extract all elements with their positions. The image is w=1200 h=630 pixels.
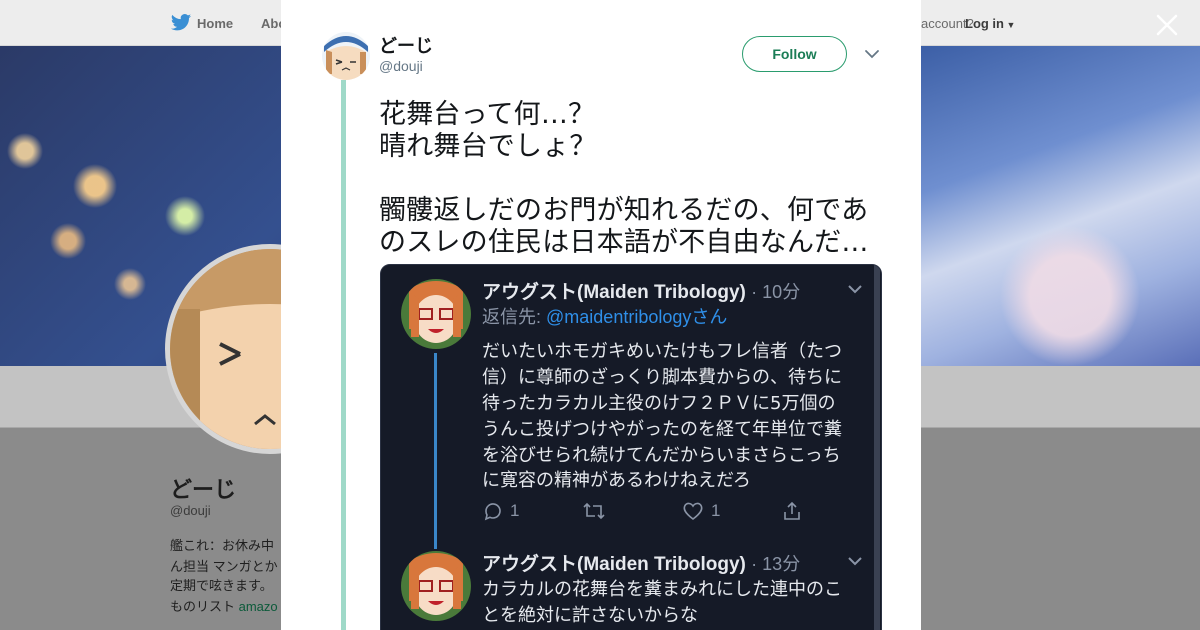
tweet-image[interactable]: アウグスト(Maiden Tribology) · 10分 返信先: @maid… xyxy=(380,264,882,630)
chevron-down-icon: ▼ xyxy=(1004,20,1016,30)
reply-prefix: 返信先: xyxy=(482,307,547,327)
embedded-author: アウグスト(Maiden Tribology) · 10分 xyxy=(482,277,800,304)
share-icon xyxy=(784,501,800,520)
embedded-text-line: だいたいホモガキめいたけもフレ信者（たつ xyxy=(482,341,842,362)
embedded-author: アウグスト(Maiden Tribology) · 13分 xyxy=(482,549,800,576)
author-name[interactable]: どーじ xyxy=(379,32,433,58)
embedded-avatar xyxy=(401,551,471,621)
reply-mention: @maidentribologyさん xyxy=(546,307,728,327)
tweet-text-line: のスレの住民は日本語が不自由なんだ… xyxy=(379,227,869,258)
embedded-scrollbar xyxy=(874,265,880,630)
embedded-avatar xyxy=(401,279,471,349)
embedded-time: · 13分 xyxy=(751,554,801,574)
close-icon[interactable] xyxy=(1152,10,1182,40)
embedded-text-line: 信）に尊師のざっくり脚本費からの、待ちに xyxy=(482,367,842,388)
embedded-text-line: うんこ投げつけやがったのを経て年単位で糞 xyxy=(482,419,842,440)
embedded-avatar-illustration xyxy=(401,551,471,621)
embedded-text-line: を浴びせられ続けてんだからいまさらこっち xyxy=(482,445,841,466)
like-icon xyxy=(683,502,703,521)
reply-count: 1 xyxy=(510,501,520,520)
nav-home[interactable]: Home xyxy=(197,16,233,31)
profile-name: どーじ xyxy=(170,477,237,502)
embedded-text-line: カラカルの花舞台を糞まみれにした連中のこ xyxy=(482,579,842,600)
chevron-down-icon[interactable] xyxy=(864,46,880,62)
login-label: Log in xyxy=(965,16,1004,31)
embedded-text-line: 待ったカラカル主役のけフ２ＰＶに5万個の xyxy=(482,393,836,414)
bio-link[interactable]: amazo xyxy=(239,599,278,614)
embedded-author-name: アウグスト(Maiden Tribology) xyxy=(482,282,746,303)
login-link[interactable]: Log in ▼ xyxy=(965,16,1015,31)
like-count: 1 xyxy=(711,501,721,520)
author-avatar-illustration xyxy=(322,32,370,80)
embedded-avatar-illustration xyxy=(401,279,471,349)
bio-line-text: ものリスト xyxy=(170,599,239,614)
embedded-reply-action: 1 xyxy=(482,499,519,523)
chevron-down-icon xyxy=(848,285,862,294)
profile-banner-right xyxy=(920,46,1200,366)
chevron-down-icon xyxy=(848,557,862,566)
embedded-time: · 10分 xyxy=(751,282,801,302)
embedded-author-name: アウグスト(Maiden Tribology) xyxy=(482,554,746,575)
embedded-thread-line xyxy=(434,353,437,549)
reply-icon xyxy=(484,503,501,521)
bio-line: ん担当 マンガとか xyxy=(170,559,278,574)
embedded-retweet-action xyxy=(581,499,607,523)
thread-connector-line xyxy=(341,80,346,630)
bio-line: 艦これ：お休み中 xyxy=(170,538,275,553)
author-avatar[interactable] xyxy=(322,32,370,80)
embedded-share-action xyxy=(781,499,803,523)
bio-line: 定期で呟きます。 xyxy=(170,578,273,593)
profile-handle: @douji xyxy=(170,503,211,518)
retweet-icon xyxy=(583,502,605,520)
embedded-like-action: 1 xyxy=(681,499,720,523)
twitter-bird-icon[interactable] xyxy=(170,13,192,33)
bio-line: ものリスト amazo xyxy=(170,596,278,615)
author-handle[interactable]: @douji xyxy=(379,58,423,74)
embedded-text-line: に寛容の精神があるわけねえだろ xyxy=(482,470,751,491)
tweet-text-line: 晴れ舞台でしょ？ xyxy=(379,131,597,162)
follow-button[interactable]: Follow xyxy=(742,36,847,72)
embedded-reply-to: 返信先: @maidentribologyさん xyxy=(482,303,727,329)
embedded-text-line: とを絶対に許さないからな xyxy=(482,605,698,626)
